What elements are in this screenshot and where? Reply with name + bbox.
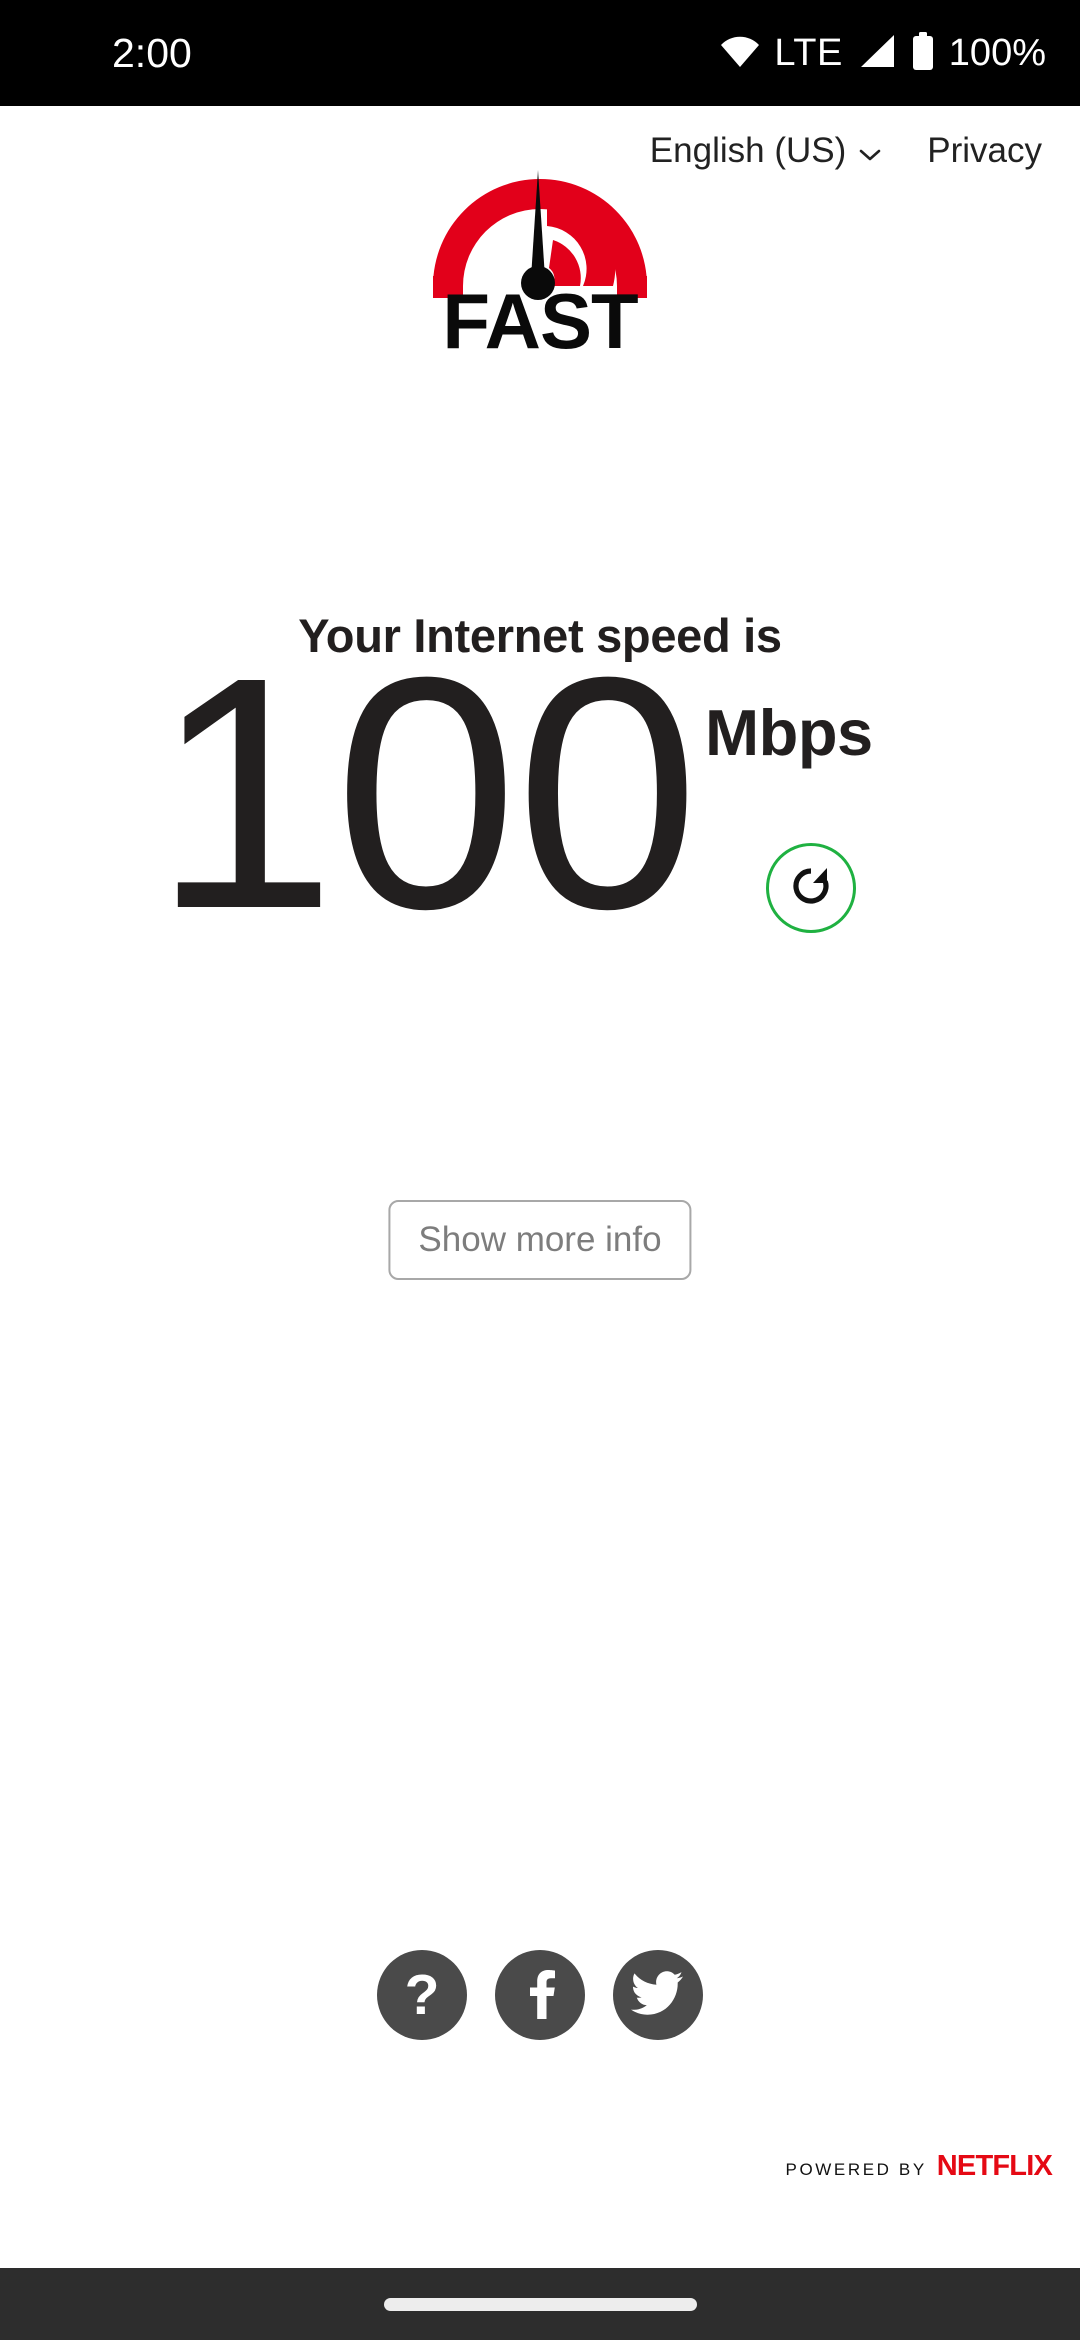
status-bar: 2:00 LTE 100%: [0, 0, 1080, 106]
fast-logo-wordmark: FAST: [442, 277, 638, 353]
battery-full-icon: [911, 31, 935, 75]
wifi-icon: [720, 35, 760, 72]
facebook-share-button[interactable]: [495, 1950, 585, 2040]
powered-by-netflix[interactable]: POWERED BY NETFLIX: [785, 2150, 1053, 2183]
status-bar-indicators: LTE 100%: [720, 31, 1046, 75]
twitter-bird-icon: [631, 1970, 685, 2021]
powered-by-label: POWERED BY: [785, 2160, 927, 2179]
fast-logo[interactable]: FAST: [425, 148, 655, 353]
help-button[interactable]: ?: [377, 1950, 467, 2040]
language-selector-label: English (US): [649, 131, 847, 170]
netflix-wordmark: NETFLIX: [936, 2150, 1053, 2182]
question-mark-icon: ?: [404, 1962, 440, 2027]
system-navigation-bar: [0, 2268, 1080, 2340]
refresh-icon: [787, 862, 835, 915]
battery-percent-label: 100%: [948, 31, 1046, 74]
status-bar-clock: 2:00: [112, 29, 192, 76]
social-links-row: ?: [0, 1950, 1080, 2040]
speed-value: 100: [152, 608, 700, 977]
facebook-icon: [516, 1967, 564, 2024]
show-more-info-button[interactable]: Show more info: [388, 1200, 692, 1280]
privacy-link[interactable]: Privacy: [927, 131, 1042, 171]
language-selector[interactable]: English (US): [650, 131, 881, 171]
device-screen: 2:00 LTE 100% English (US) Privacy FAST …: [0, 0, 1080, 2340]
twitter-share-button[interactable]: [613, 1950, 703, 2040]
speed-units-label: Mbps: [705, 696, 873, 769]
refresh-test-button[interactable]: [766, 843, 856, 933]
network-type-label: LTE: [774, 31, 843, 74]
speed-readout: 100 Mbps: [0, 628, 1080, 990]
home-gesture-pill[interactable]: [383, 2297, 697, 2311]
signal-bars-icon: [857, 34, 897, 73]
chevron-down-icon: [859, 131, 881, 171]
